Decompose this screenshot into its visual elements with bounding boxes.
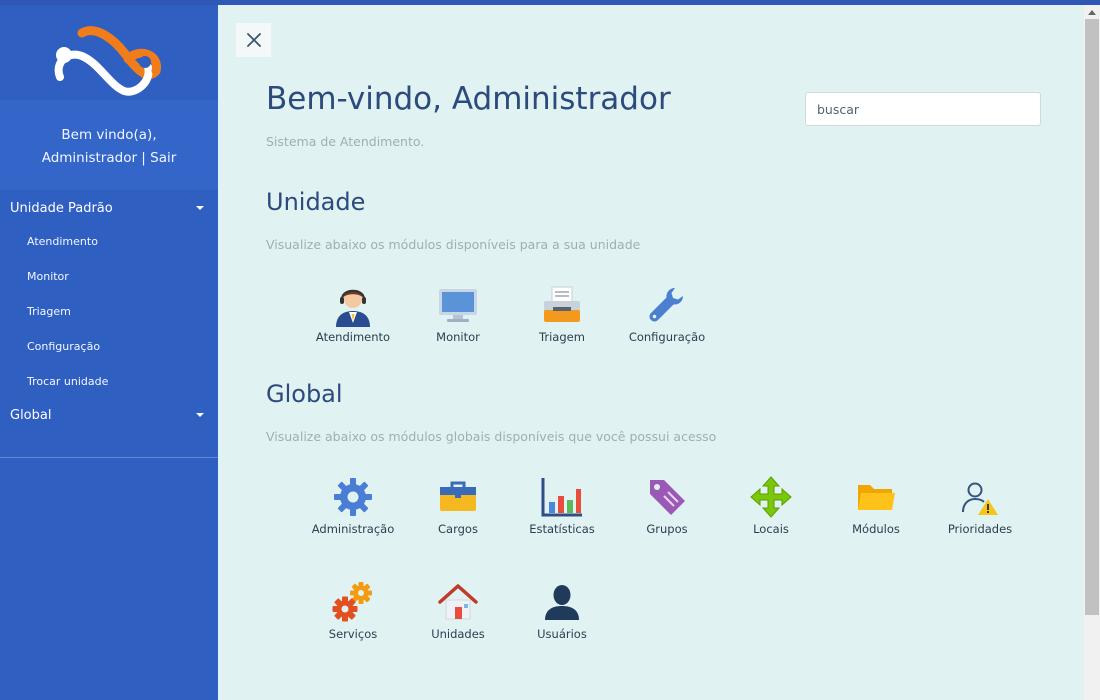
move-arrows-icon bbox=[749, 475, 793, 519]
module-servicos[interactable]: Serviços bbox=[301, 580, 405, 641]
logo[interactable] bbox=[0, 5, 218, 100]
module-label: Serviços bbox=[328, 627, 378, 641]
module-locais[interactable]: Locais bbox=[719, 475, 823, 536]
user-warning-icon bbox=[958, 475, 1002, 519]
sidebar: Bem vindo(a), Administrador | Sair Unida… bbox=[0, 5, 218, 700]
module-label: Monitor bbox=[436, 330, 480, 344]
welcome-block: Bem vindo(a), Administrador | Sair bbox=[0, 100, 218, 190]
welcome-greeting: Bem vindo(a), bbox=[61, 127, 157, 143]
caret-down-icon bbox=[196, 413, 204, 417]
module-label: Configuração bbox=[628, 330, 706, 344]
sidebar-divider bbox=[0, 457, 218, 458]
user-silhouette-icon bbox=[540, 580, 584, 624]
module-label: Unidades bbox=[431, 627, 485, 641]
module-label: Locais bbox=[753, 522, 789, 536]
module-administracao[interactable]: Administração bbox=[301, 475, 405, 536]
module-label: Atendimento bbox=[315, 330, 391, 344]
page-title: Bem-vindo, Administrador bbox=[266, 81, 671, 117]
module-configuracao[interactable]: Configuração bbox=[615, 283, 719, 344]
section-desc-unidade: Visualize abaixo os módulos disponíveis … bbox=[266, 237, 641, 252]
module-label: Módulos bbox=[852, 522, 900, 536]
scrollbar-thumb[interactable] bbox=[1085, 19, 1099, 615]
module-grupos[interactable]: Grupos bbox=[615, 475, 719, 536]
module-atendimento[interactable]: Atendimento bbox=[301, 283, 405, 344]
module-label: Administração bbox=[311, 522, 395, 536]
section-title-global: Global bbox=[266, 380, 343, 408]
house-icon bbox=[436, 580, 480, 624]
sidebar-item-atendimento[interactable]: Atendimento bbox=[0, 224, 218, 259]
vertical-scrollbar[interactable] bbox=[1084, 5, 1100, 700]
scroll-up-arrow-icon[interactable] bbox=[1088, 10, 1096, 15]
folder-icon bbox=[854, 475, 898, 519]
monitor-icon bbox=[436, 283, 480, 327]
caret-down-icon bbox=[196, 206, 204, 210]
sidebar-item-triagem[interactable]: Triagem bbox=[0, 294, 218, 329]
section-desc-global: Visualize abaixo os módulos globais disp… bbox=[266, 429, 717, 444]
close-icon bbox=[246, 33, 261, 47]
module-label: Prioridades bbox=[947, 522, 1013, 536]
wrench-icon bbox=[645, 283, 689, 327]
menu-header-label: Unidade Padrão bbox=[10, 200, 113, 216]
gears-icon bbox=[331, 580, 375, 624]
sidebar-item-configuracao[interactable]: Configuração bbox=[0, 329, 218, 364]
module-triagem[interactable]: Triagem bbox=[510, 283, 614, 344]
sidebar-item-trocar-unidade[interactable]: Trocar unidade bbox=[0, 364, 218, 399]
menu-header-global[interactable]: Global bbox=[0, 399, 218, 431]
sidebar-item-monitor[interactable]: Monitor bbox=[0, 259, 218, 294]
module-prioridades[interactable]: Prioridades bbox=[928, 475, 1032, 536]
module-label: Estatísticas bbox=[529, 522, 595, 536]
novosga-logo-icon bbox=[54, 26, 161, 96]
module-usuarios[interactable]: Usuários bbox=[510, 580, 614, 641]
main-content: Bem-vindo, Administrador Sistema de Aten… bbox=[218, 5, 1084, 700]
module-modulos[interactable]: Módulos bbox=[824, 475, 928, 536]
bar-chart-icon bbox=[540, 475, 584, 519]
module-label: Usuários bbox=[537, 627, 587, 641]
section-title-unidade: Unidade bbox=[266, 188, 366, 216]
menu-header-label: Global bbox=[10, 407, 52, 423]
attendant-icon bbox=[331, 283, 375, 327]
briefcase-icon bbox=[436, 475, 480, 519]
module-unidades[interactable]: Unidades bbox=[406, 580, 510, 641]
module-estatisticas[interactable]: Estatísticas bbox=[510, 475, 614, 536]
module-label: Grupos bbox=[646, 522, 688, 536]
welcome-user-logout[interactable]: Administrador | Sair bbox=[0, 147, 218, 170]
module-monitor[interactable]: Monitor bbox=[406, 283, 510, 344]
menu-group-global: Global bbox=[0, 399, 218, 431]
module-label: Triagem bbox=[539, 330, 585, 344]
module-label: Cargos bbox=[438, 522, 478, 536]
tag-icon bbox=[645, 475, 689, 519]
search-input[interactable] bbox=[805, 92, 1041, 126]
page-subtitle: Sistema de Atendimento. bbox=[266, 134, 425, 149]
menu-group-unidade: Unidade Padrão Atendimento Monitor Triag… bbox=[0, 192, 218, 399]
close-button[interactable] bbox=[236, 23, 271, 57]
gear-icon bbox=[331, 475, 375, 519]
menu-header-unidade-padrao[interactable]: Unidade Padrão bbox=[0, 192, 218, 224]
module-cargos[interactable]: Cargos bbox=[406, 475, 510, 536]
printer-icon bbox=[540, 283, 584, 327]
